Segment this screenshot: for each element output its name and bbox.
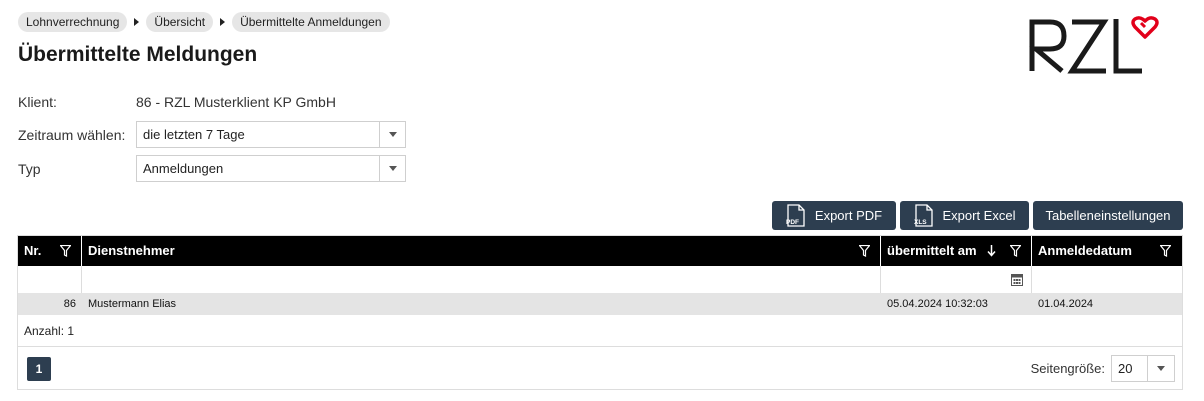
page-size-label: Seitengröße:	[1030, 361, 1105, 376]
table-settings-button[interactable]: Tabelleneinstellungen	[1033, 201, 1183, 230]
export-excel-label: Export Excel	[942, 208, 1016, 223]
cell-sent-at: 05.04.2024 10:32:03	[887, 298, 988, 310]
column-header-sent-at-label: übermittelt am	[887, 243, 977, 258]
period-select[interactable]: die letzten 7 Tage	[136, 121, 406, 148]
client-label: Klient:	[18, 94, 57, 110]
rzl-logo	[1028, 15, 1160, 75]
breadcrumb-item-current[interactable]: Übermittelte Anmeldungen	[232, 12, 390, 32]
column-header-employee-label: Dienstnehmer	[88, 243, 175, 258]
breadcrumb: Lohnverrechnung Übersicht Übermittelte A…	[18, 12, 390, 32]
filter-row	[18, 266, 1182, 293]
breadcrumb-item-uebersicht[interactable]: Übersicht	[146, 12, 214, 32]
cell-employee: Mustermann Elias	[88, 298, 177, 310]
chevron-down-icon	[388, 166, 397, 171]
pdf-file-icon: PDF	[786, 204, 806, 227]
breadcrumb-separator-icon	[134, 18, 140, 26]
svg-text:XLS: XLS	[914, 219, 927, 226]
page-size-toggle[interactable]	[1147, 356, 1174, 381]
page-button-current[interactable]: 1	[27, 357, 51, 381]
chevron-down-icon	[388, 132, 397, 137]
page-title: Übermittelte Meldungen	[18, 43, 258, 66]
period-select-value: die letzten 7 Tage	[143, 127, 245, 142]
record-count: Anzahl: 1	[24, 324, 75, 338]
column-header-nr-label: Nr.	[24, 243, 42, 258]
sort-descending-icon[interactable]	[987, 244, 996, 260]
period-label: Zeitraum wählen:	[18, 127, 126, 143]
pager: 1 Seitengröße: 20	[18, 347, 1182, 390]
chevron-down-icon	[1157, 366, 1165, 371]
type-select[interactable]: Anmeldungen	[136, 155, 406, 182]
filter-icon[interactable]	[59, 244, 72, 257]
filter-cell-registration-date[interactable]	[1032, 266, 1182, 293]
column-header-registration-date-label: Anmeldedatum	[1038, 243, 1132, 258]
table-settings-label: Tabelleneinstellungen	[1045, 208, 1171, 223]
registrations-table: Nr. Dienstnehmer übermittelt am Anmelded…	[17, 235, 1183, 390]
page-size-select[interactable]: 20	[1111, 355, 1175, 382]
export-excel-button[interactable]: XLS Export Excel	[900, 201, 1029, 230]
column-header-registration-date[interactable]: Anmeldedatum	[1032, 236, 1182, 266]
filter-icon[interactable]	[858, 244, 871, 257]
filter-cell-nr[interactable]	[18, 266, 82, 293]
filter-icon[interactable]	[1159, 244, 1172, 257]
export-pdf-label: Export PDF	[814, 208, 883, 223]
table-header: Nr. Dienstnehmer übermittelt am Anmelded…	[18, 236, 1182, 266]
filter-cell-sent-at[interactable]	[881, 266, 1032, 293]
page-size-value: 20	[1118, 361, 1133, 376]
record-count-row: Anzahl: 1	[18, 315, 1182, 347]
column-header-nr[interactable]: Nr.	[18, 236, 82, 266]
column-header-sent-at[interactable]: übermittelt am	[881, 236, 1032, 266]
cell-registration-date: 01.04.2024	[1038, 298, 1094, 310]
breadcrumb-separator-icon	[220, 18, 226, 26]
xls-file-icon: XLS	[914, 204, 934, 227]
column-header-employee[interactable]: Dienstnehmer	[82, 236, 881, 266]
table-row[interactable]: 86 Mustermann Elias 05.04.2024 10:32:03 …	[18, 293, 1182, 315]
svg-text:PDF: PDF	[786, 219, 799, 226]
type-select-toggle[interactable]	[379, 156, 405, 181]
period-select-toggle[interactable]	[379, 122, 405, 147]
type-select-value: Anmeldungen	[143, 161, 224, 176]
export-pdf-button[interactable]: PDF Export PDF	[772, 201, 896, 230]
client-value: 86 - RZL Musterklient KP GmbH	[136, 94, 336, 110]
breadcrumb-item-lohnverrechnung[interactable]: Lohnverrechnung	[18, 12, 128, 32]
type-label: Typ	[18, 161, 41, 177]
calendar-icon[interactable]	[1011, 273, 1023, 291]
cell-nr: 86	[63, 298, 76, 310]
filter-cell-employee[interactable]	[82, 266, 881, 293]
filter-icon[interactable]	[1009, 244, 1022, 257]
